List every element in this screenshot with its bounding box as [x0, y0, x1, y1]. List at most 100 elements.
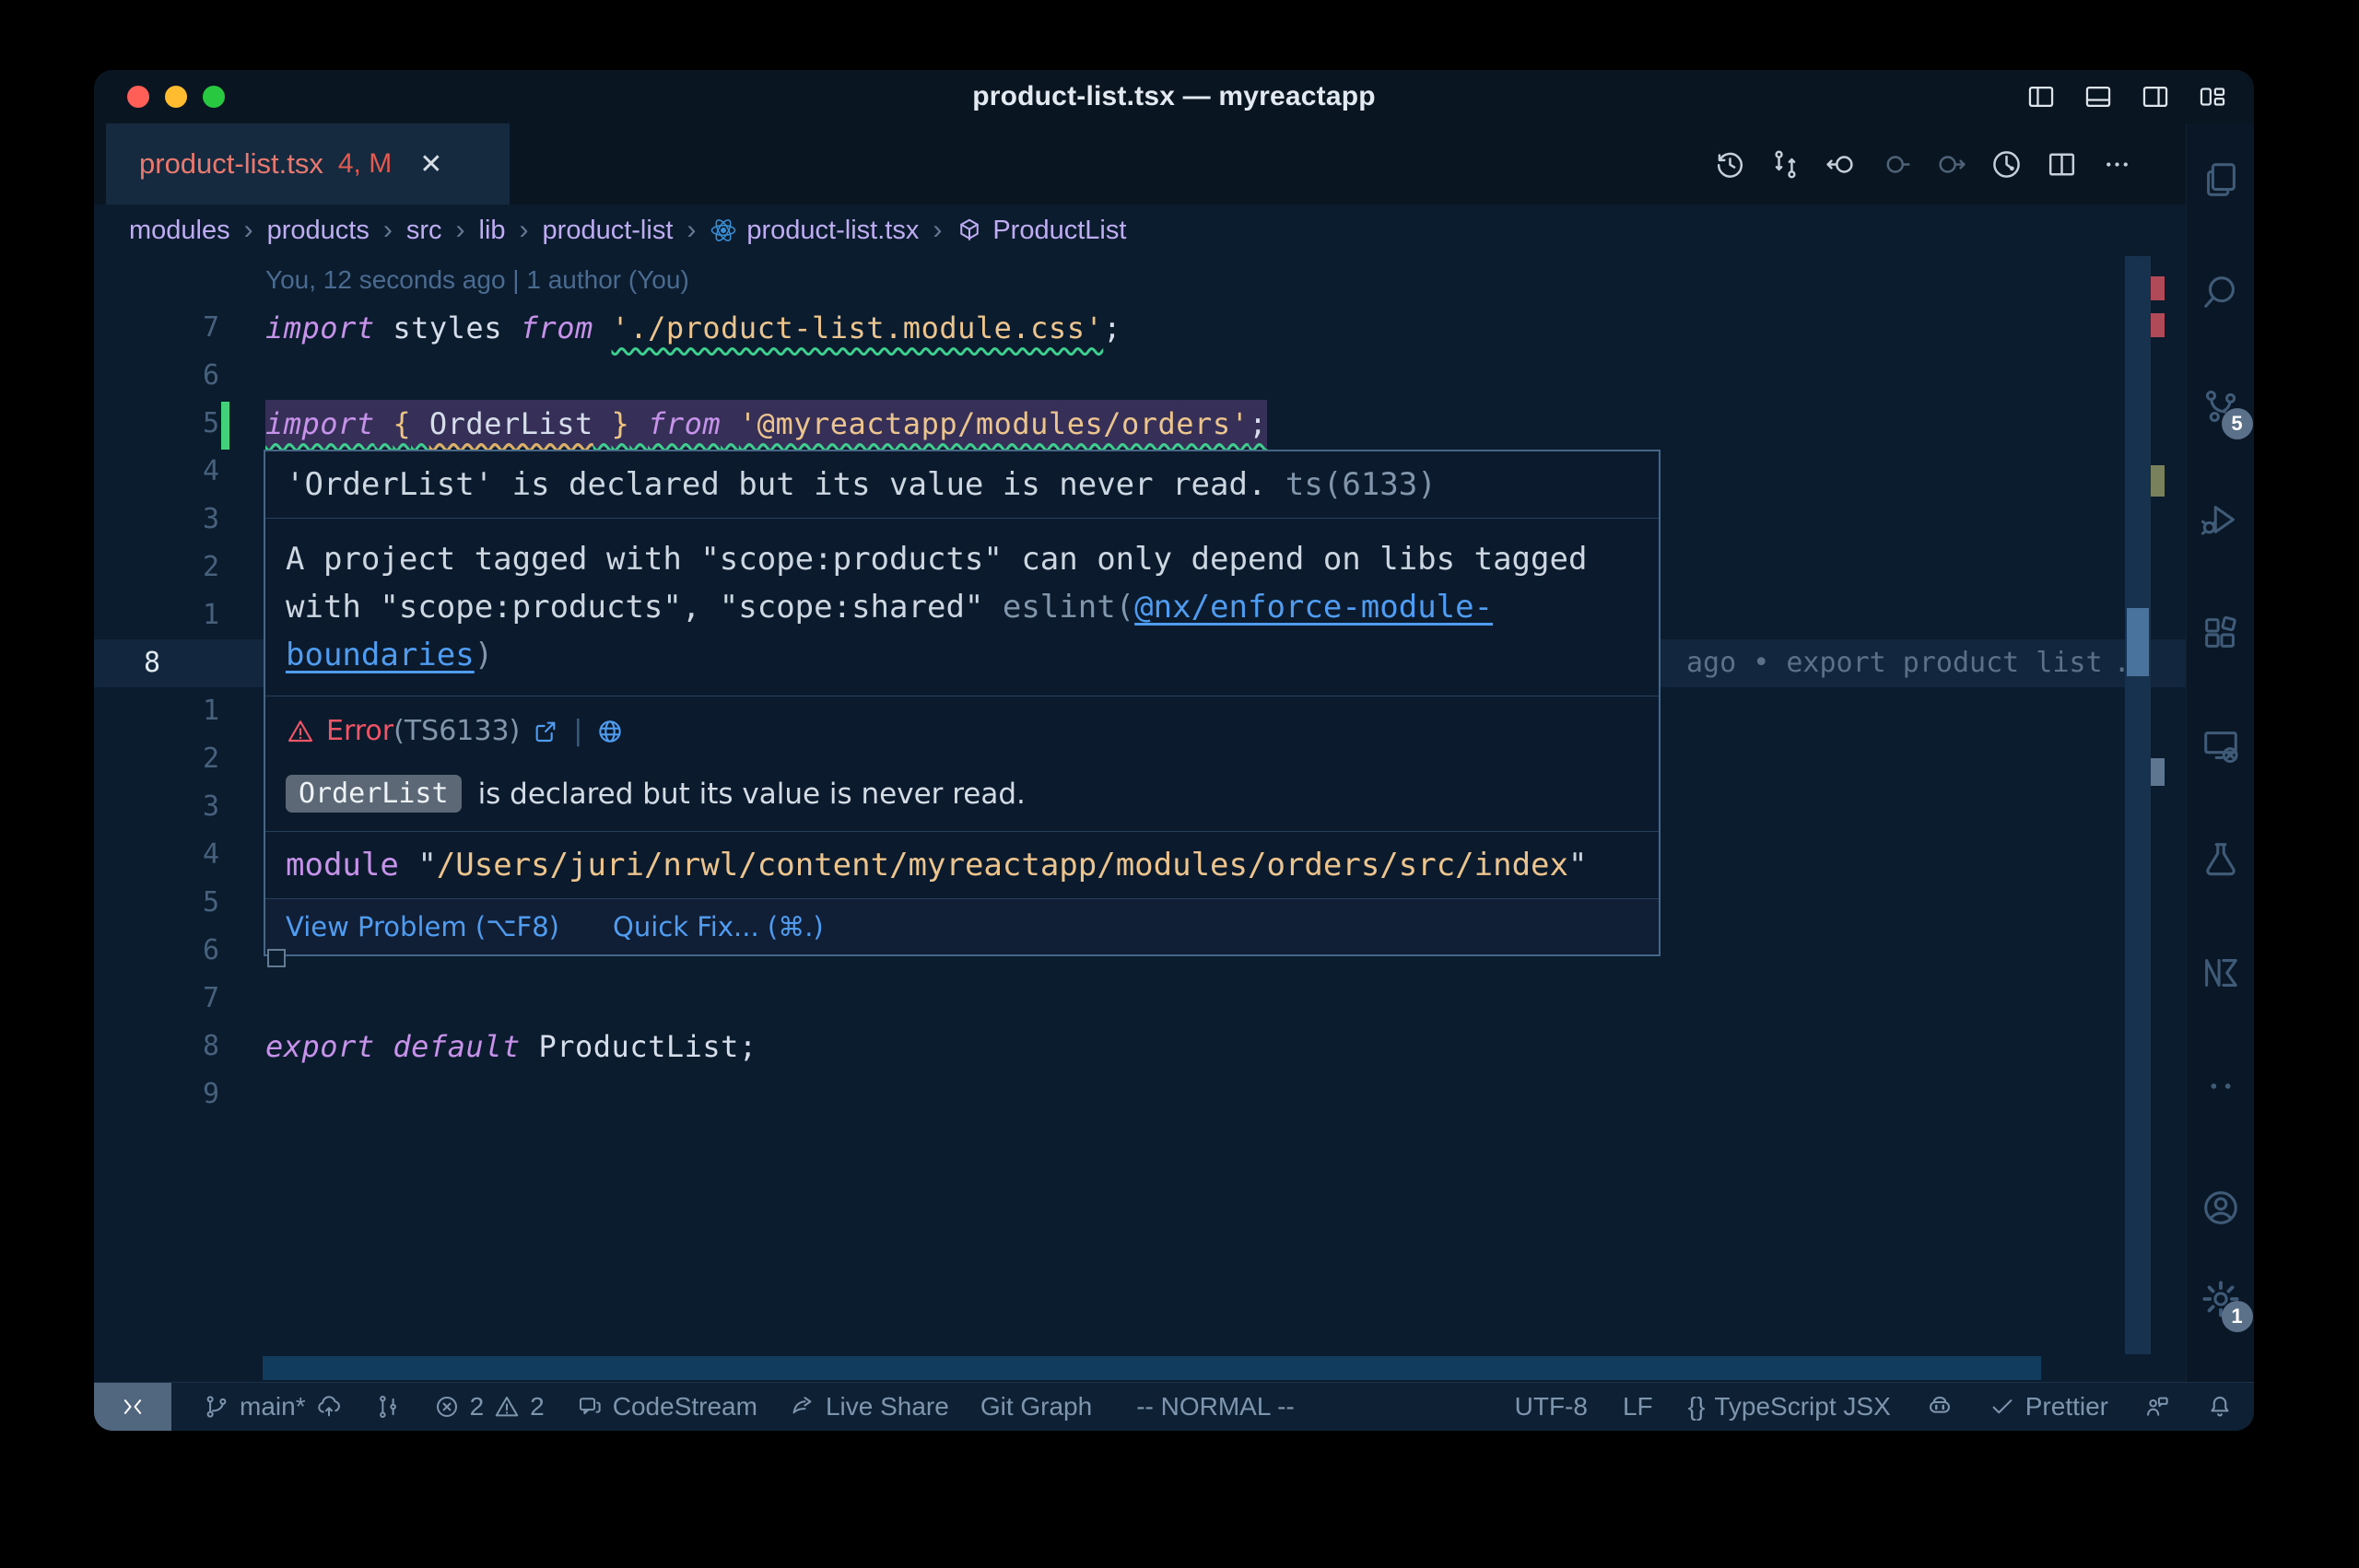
activity-explorer[interactable] — [2200, 158, 2242, 205]
code-editor[interactable]: You, 12 seconds ago | 1 author (You) 7 imp… — [94, 256, 2186, 1354]
hover-action-view[interactable]: View Problem (⌥F8) — [286, 911, 559, 942]
notifications-status[interactable] — [2206, 1393, 2234, 1421]
activity-accounts[interactable] — [2200, 1187, 2242, 1234]
code-token: { — [393, 406, 411, 441]
gutter-line-number[interactable]: 7 — [94, 304, 219, 352]
close-tab-icon[interactable]: ✕ — [419, 148, 442, 181]
layout-sidebar-left-icon[interactable] — [2025, 81, 2057, 112]
feedback-status[interactable] — [2143, 1393, 2171, 1421]
prettier-status[interactable]: Prettier — [1989, 1392, 2108, 1422]
activity-run-and-debug[interactable] — [2200, 498, 2242, 545]
gutter-line-number[interactable]: 1 — [94, 591, 219, 639]
gitlens-blame-annotation: You, 12 seconds ago | 1 author (You) — [265, 256, 689, 304]
code-line[interactable]: 8 export default ProductList; — [94, 1023, 2186, 1071]
nav-current-icon[interactable] — [1879, 147, 1913, 181]
status-label: {} — [1688, 1392, 1706, 1422]
code-token: ; — [1103, 310, 1121, 345]
remote-indicator[interactable] — [94, 1383, 171, 1431]
open-rule-external-icon[interactable] — [531, 717, 560, 746]
vscode-window: product-list.tsx — myreactapp product-li… — [94, 70, 2254, 1431]
nav-forward-icon[interactable] — [1934, 147, 1968, 181]
files-icon — [2200, 158, 2242, 201]
layout-panel-icon[interactable] — [2083, 81, 2114, 112]
gutter-line-number[interactable]: 7 — [94, 975, 219, 1023]
gutter-line-number[interactable]: 3 — [94, 783, 219, 831]
globe-icon[interactable] — [595, 717, 625, 746]
gutter-current-line-number[interactable]: 8 — [144, 639, 160, 687]
close-window-button[interactable] — [127, 86, 149, 108]
nav-back-icon[interactable] — [1824, 147, 1858, 181]
breadcrumb-item-src[interactable]: src — [406, 216, 442, 246]
layout-customize-icon[interactable] — [2197, 81, 2228, 112]
gutter-line-number[interactable]: 4 — [94, 831, 219, 879]
activity-more-views[interactable] — [2200, 1065, 2242, 1112]
compare-changes-icon[interactable] — [1768, 147, 1802, 181]
remote-explorer-icon — [2200, 725, 2242, 767]
breadcrumb-item-modules[interactable]: modules — [129, 216, 230, 246]
minimize-window-button[interactable] — [165, 86, 187, 108]
breadcrumb-item-product-list-tsx[interactable]: product-list.tsx — [710, 216, 919, 246]
zoom-window-button[interactable] — [203, 86, 225, 108]
activity-settings[interactable]: 1 — [2200, 1278, 2242, 1325]
traffic-lights — [127, 70, 225, 123]
history-icon[interactable] — [1713, 147, 1747, 181]
gutter-line-number[interactable]: 4 — [94, 448, 219, 496]
tab-bar: product-list.tsx 4, M ✕ — [94, 123, 2186, 205]
gutter-line-number[interactable]: 6 — [94, 927, 219, 975]
breadcrumb-item-lib[interactable]: lib — [479, 216, 506, 246]
breadcrumb-item-products[interactable]: products — [267, 216, 370, 246]
activity-search[interactable] — [2200, 272, 2242, 319]
gutter-line-number[interactable]: 5 — [94, 879, 219, 927]
code-token — [629, 406, 648, 441]
code-token: from — [521, 310, 593, 345]
compare-branch-status[interactable] — [374, 1393, 402, 1421]
code-line[interactable]: 7 import styles from './product-list.modu… — [94, 304, 2186, 352]
hover-ts-message: 'OrderList' is declared but its value is… — [265, 451, 1659, 519]
codestream-status[interactable]: CodeStream — [576, 1392, 757, 1422]
gutter-line-number[interactable]: 1 — [94, 687, 219, 735]
gutter-line-number[interactable]: 6 — [94, 352, 219, 400]
problems-status[interactable]: 22 — [433, 1392, 545, 1422]
activity-remote-explorer[interactable] — [2200, 725, 2242, 772]
hover-action-quick[interactable]: Quick Fix... (⌘.) — [613, 911, 824, 942]
vertical-scrollbar[interactable] — [2127, 608, 2149, 676]
blame-annotation-row[interactable]: You, 12 seconds ago | 1 author (You) — [94, 256, 2186, 304]
horizontal-scrollbar[interactable] — [263, 1356, 2041, 1380]
code-line[interactable]: 7 — [94, 975, 2186, 1023]
check-icon — [1989, 1393, 2016, 1421]
copilot-status[interactable] — [1926, 1393, 1954, 1421]
breadcrumb-item-product-list[interactable]: product-list — [543, 216, 674, 246]
gutter-line-number[interactable]: 2 — [94, 544, 219, 591]
code-line[interactable]: 9 — [94, 1071, 2186, 1118]
eol-status[interactable]: LF — [1623, 1392, 1653, 1422]
gutter-line-number[interactable]: 2 — [94, 735, 219, 783]
activity-source-control[interactable]: 5 — [2200, 385, 2242, 432]
code-text[interactable]: import { OrderList } from '@myreactapp/m… — [265, 400, 1267, 448]
activity-testing[interactable] — [2200, 838, 2242, 885]
gutter-line-number[interactable]: 8 — [94, 1023, 219, 1071]
breadcrumb-item-productlist[interactable]: ProductList — [956, 216, 1126, 246]
activity-nx-console[interactable] — [2200, 952, 2242, 999]
language-status[interactable]: {}TypeScript JSX — [1688, 1392, 1891, 1422]
gutter-line-number[interactable]: 9 — [94, 1071, 219, 1118]
vim-mode-status[interactable]: -- NORMAL -- — [1136, 1392, 1295, 1422]
gutter-line-number[interactable]: 3 — [94, 496, 219, 544]
code-text[interactable]: import styles from './product-list.modul… — [265, 304, 1121, 352]
activity-extensions[interactable] — [2200, 612, 2242, 659]
layout-sidebar-right-icon[interactable] — [2140, 81, 2171, 112]
breadcrumb: modules›products›src›lib›product-list›pr… — [94, 205, 2186, 256]
more-actions-icon[interactable] — [2100, 147, 2134, 181]
run-icon[interactable] — [1989, 147, 2024, 181]
branch-status[interactable]: main* — [203, 1392, 343, 1422]
copilot-icon — [1926, 1393, 1954, 1421]
live-share-status[interactable]: Live Share — [789, 1392, 949, 1422]
tab-product-list[interactable]: product-list.tsx 4, M ✕ — [106, 123, 510, 205]
git-graph-status[interactable]: Git Graph — [980, 1392, 1092, 1422]
encoding-status[interactable]: UTF-8 — [1515, 1392, 1588, 1422]
code-text[interactable]: export default ProductList; — [265, 1023, 757, 1071]
code-line[interactable]: 5 import { OrderList } from '@myreactapp/… — [94, 400, 2186, 448]
gutter-line-number[interactable]: 5 — [94, 400, 219, 448]
hover-resize-grip[interactable] — [267, 949, 286, 967]
split-editor-icon[interactable] — [2045, 147, 2079, 181]
code-line[interactable]: 6 — [94, 352, 2186, 400]
